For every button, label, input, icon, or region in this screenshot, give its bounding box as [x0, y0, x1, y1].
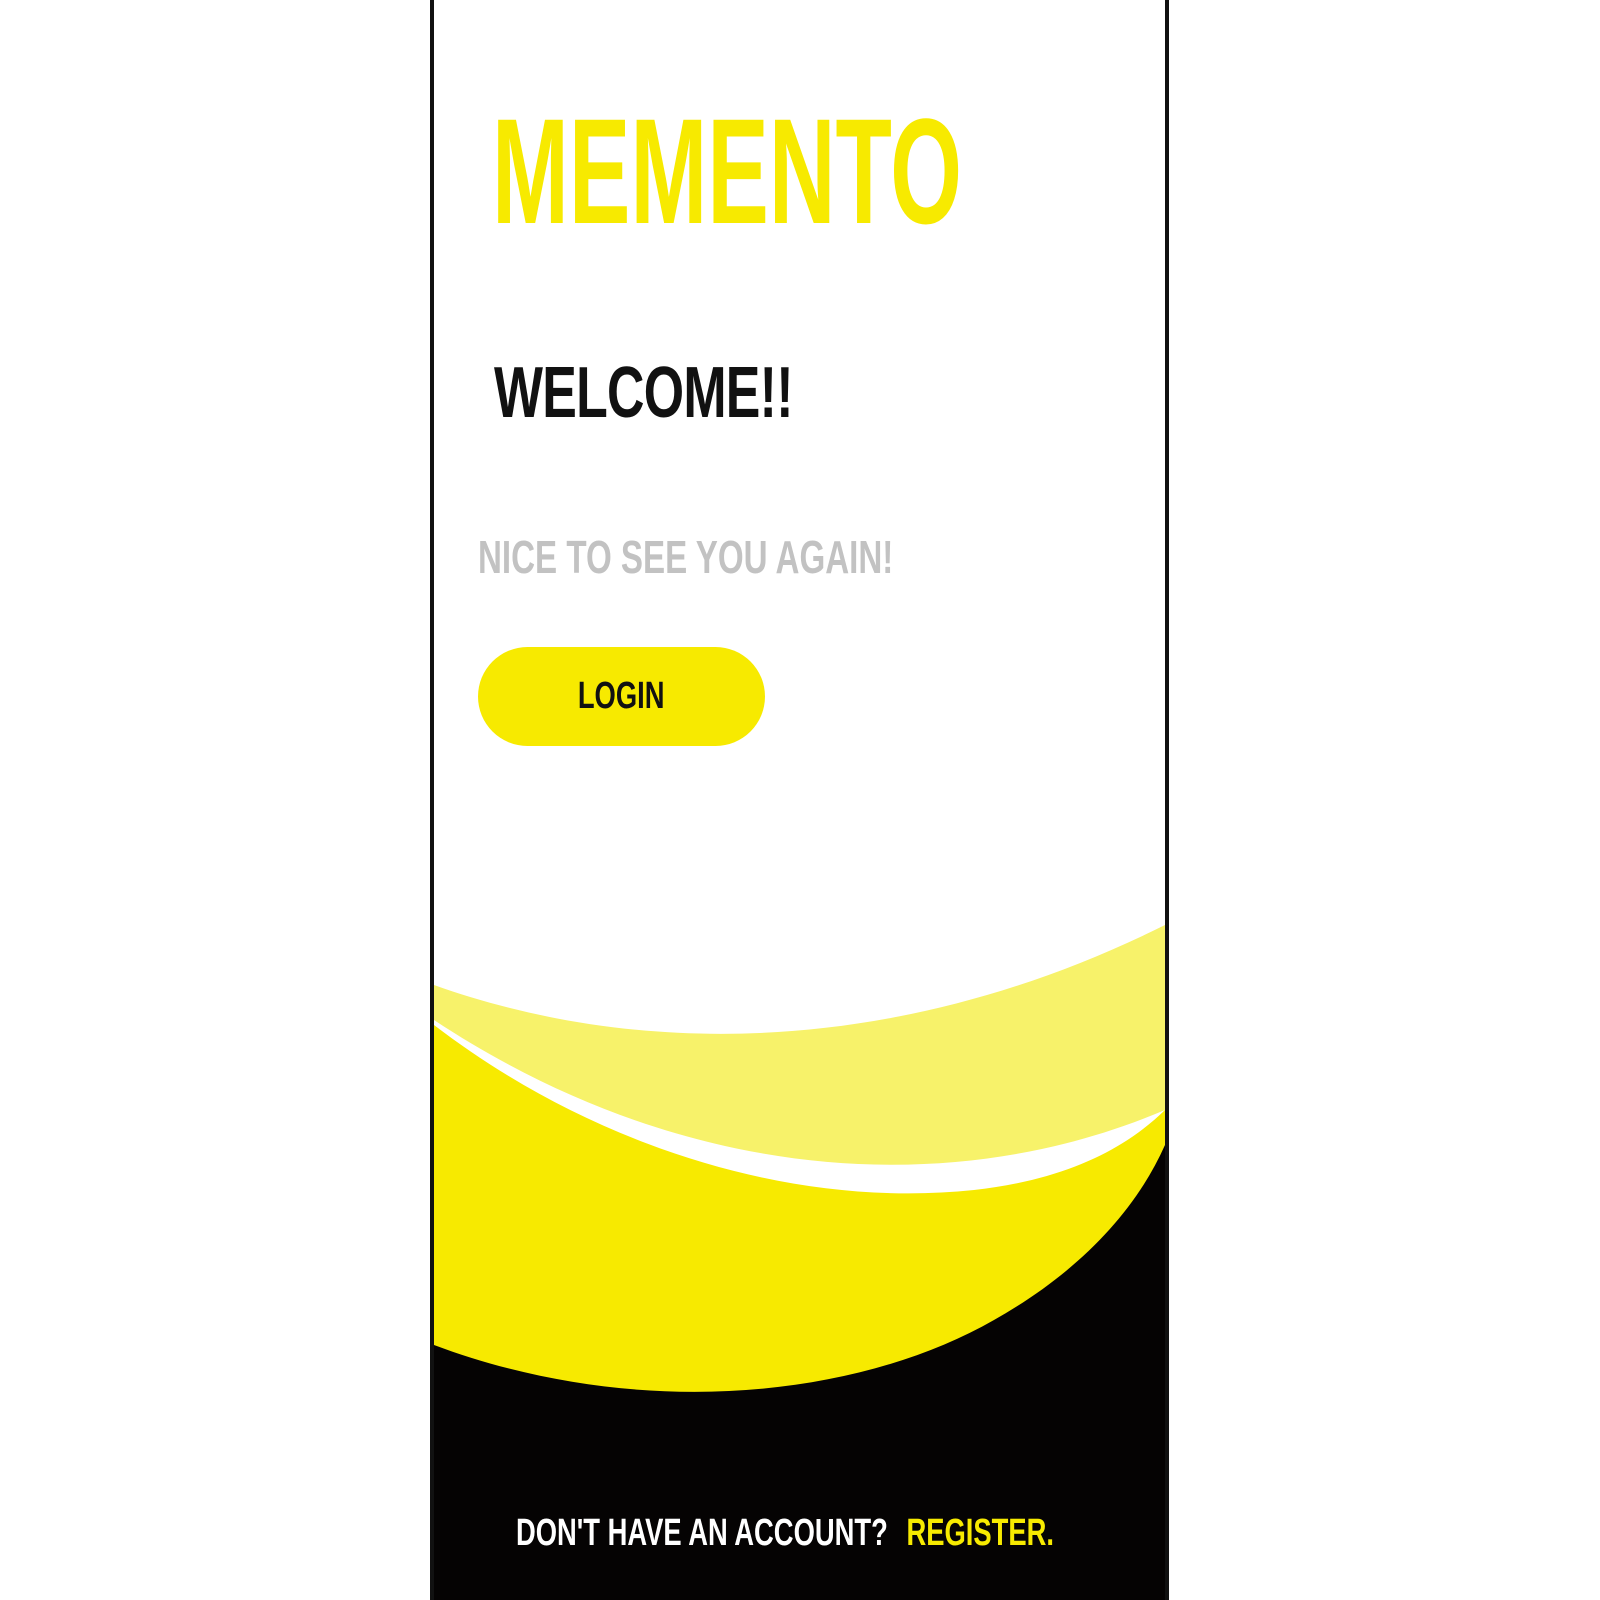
page: MEMENTO WELCOME!! NICE TO SEE YOU AGAIN!…	[0, 0, 1600, 1600]
app-screen: MEMENTO WELCOME!! NICE TO SEE YOU AGAIN!…	[430, 0, 1169, 1600]
login-button-label: LOGIN	[578, 675, 665, 717]
register-link[interactable]: REGISTER.	[907, 1512, 1054, 1554]
welcome-title: WELCOME!!	[494, 353, 793, 433]
memento-logo: MEMENTO	[492, 95, 962, 255]
register-question: DON'T HAVE AN ACCOUNT?	[516, 1512, 888, 1554]
login-button[interactable]: LOGIN	[478, 647, 765, 746]
welcome-subtitle: NICE TO SEE YOU AGAIN!	[478, 531, 894, 583]
register-prompt: DON'T HAVE AN ACCOUNT? REGISTER.	[516, 1512, 1054, 1555]
logo-text: MEMENTO	[492, 95, 962, 255]
